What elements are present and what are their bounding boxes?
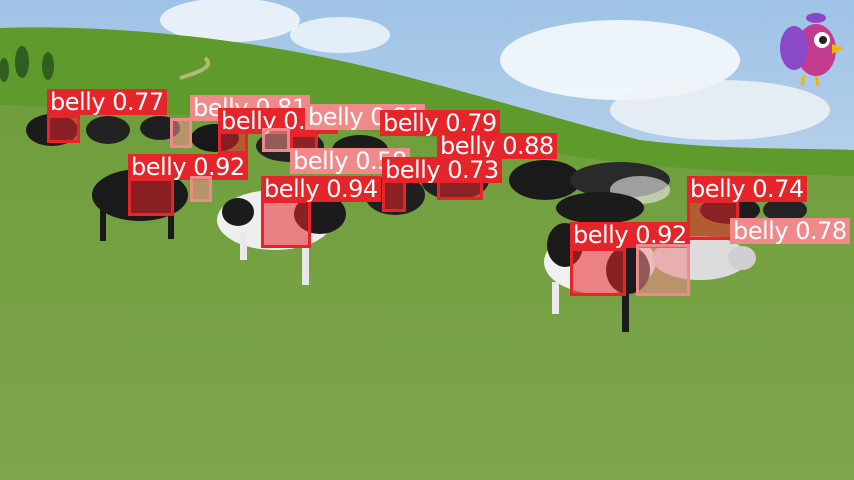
bounding-box — [636, 244, 690, 296]
bounding-box — [262, 128, 290, 152]
confidence-score: 0.78 — [795, 217, 847, 245]
confidence-score: 0.77 — [112, 88, 164, 116]
class-name: belly — [131, 153, 187, 181]
detection-label: belly 0.74 — [687, 176, 807, 202]
bounding-box — [190, 176, 212, 202]
bounding-box — [170, 118, 192, 148]
class-name: belly — [264, 175, 320, 203]
detection-label: belly 0.73 — [382, 157, 502, 183]
cloud — [290, 17, 390, 53]
bounding-box — [47, 115, 80, 143]
bounding-box — [570, 248, 626, 296]
class-name: belly — [383, 109, 439, 137]
confidence-score: 0.74 — [752, 175, 804, 203]
parrot-logo-icon — [780, 13, 844, 87]
class-name: belly — [733, 217, 789, 245]
class-name: belly — [308, 103, 364, 131]
pasture-background — [0, 0, 854, 480]
class-name: belly — [573, 221, 629, 249]
confidence-score: 0.88 — [502, 132, 554, 160]
class-name: belly — [50, 88, 106, 116]
bounding-box — [261, 200, 311, 248]
detection-frame: belly 0.77belly 0.81belly 0.80belly 0.81… — [0, 0, 854, 480]
detection-label: belly 0.78 — [730, 218, 850, 244]
class-name: belly — [385, 156, 441, 184]
confidence-score: 0.94 — [326, 175, 378, 203]
detection-label: belly 0.92 — [128, 154, 248, 180]
class-name: belly — [690, 175, 746, 203]
bounding-box — [128, 178, 174, 216]
confidence-score: 0.73 — [447, 156, 499, 184]
detection-label: belly 0.77 — [47, 89, 167, 115]
class-name: belly — [293, 147, 349, 175]
detection-label: belly 0.94 — [261, 176, 381, 202]
